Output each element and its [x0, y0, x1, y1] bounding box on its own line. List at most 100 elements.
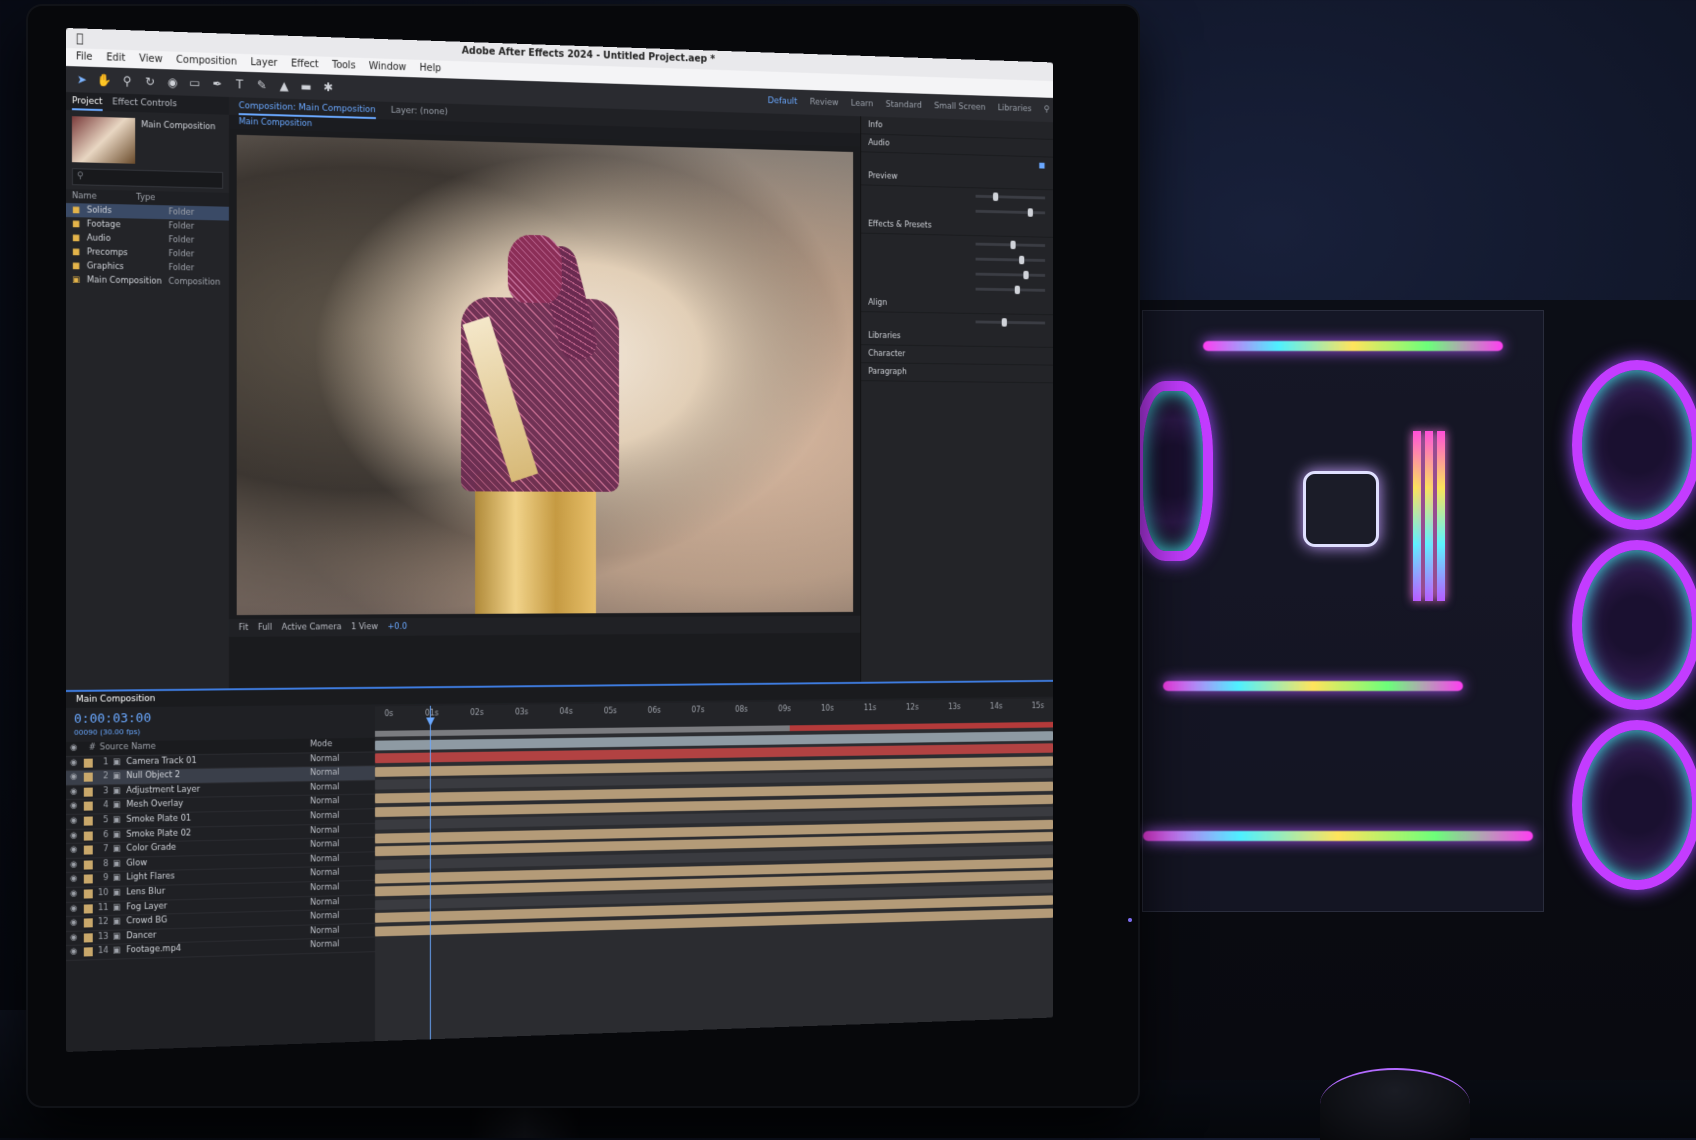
- label-color-swatch[interactable]: [83, 801, 93, 812]
- blend-mode-dropdown[interactable]: Normal: [310, 752, 375, 766]
- workspace-review[interactable]: Review: [810, 98, 839, 108]
- workspace-default[interactable]: Default: [768, 96, 798, 106]
- layer-name[interactable]: Null Object 2: [126, 768, 243, 783]
- brush-tool-icon[interactable]: ✎: [254, 77, 269, 93]
- preview-slider[interactable]: [975, 191, 1046, 201]
- layer-name[interactable]: Light Flares: [126, 869, 243, 885]
- search-help-icon[interactable]: ⚲: [1044, 105, 1050, 115]
- eye-icon[interactable]: ◉: [70, 946, 80, 960]
- puppet-tool-icon[interactable]: ✱: [321, 79, 336, 95]
- layer-name[interactable]: Mesh Overlay: [126, 797, 243, 813]
- layer-name[interactable]: Smoke Plate 01: [126, 812, 243, 828]
- label-color-swatch[interactable]: [83, 860, 93, 870]
- eye-icon[interactable]: ◉: [70, 815, 80, 829]
- layer-name[interactable]: Adjustment Layer: [126, 783, 243, 799]
- preview-slider[interactable]: [975, 207, 1046, 217]
- layer-name[interactable]: Camera Track 01: [126, 754, 243, 769]
- zoom-dropdown[interactable]: Fit: [239, 619, 249, 637]
- camera-dropdown[interactable]: Active Camera: [282, 618, 342, 636]
- align-slider[interactable]: [975, 317, 1046, 327]
- blend-mode-dropdown[interactable]: Normal: [310, 909, 375, 924]
- tab-effect-controls[interactable]: Effect Controls: [112, 93, 177, 113]
- effects-slider[interactable]: [975, 255, 1046, 264]
- project-item[interactable]: ▣ Main Composition Composition: [66, 273, 229, 290]
- blend-mode-dropdown[interactable]: Normal: [310, 781, 375, 795]
- blend-mode-dropdown[interactable]: Normal: [310, 838, 375, 853]
- panel-paragraph[interactable]: Paragraph: [861, 363, 1053, 384]
- eye-icon[interactable]: ◉: [70, 902, 80, 916]
- label-color-swatch[interactable]: [83, 918, 93, 928]
- eye-icon[interactable]: ◉: [70, 756, 80, 770]
- label-color-swatch[interactable]: [83, 889, 93, 899]
- blend-mode-dropdown[interactable]: Normal: [310, 795, 375, 810]
- hand-tool-icon[interactable]: ✋: [97, 72, 113, 88]
- eye-icon[interactable]: ◉: [70, 888, 80, 902]
- composition-viewer[interactable]: [236, 134, 854, 616]
- label-color-swatch[interactable]: [83, 845, 93, 855]
- eye-icon[interactable]: ◉: [70, 858, 80, 872]
- label-color-swatch[interactable]: [83, 903, 93, 914]
- resolution-dropdown[interactable]: Full: [258, 619, 272, 637]
- blend-mode-dropdown[interactable]: Normal: [310, 881, 375, 896]
- layer-name[interactable]: Footage.mp4: [126, 941, 243, 958]
- blend-mode-dropdown[interactable]: Normal: [310, 766, 375, 780]
- layer-name[interactable]: Smoke Plate 02: [126, 826, 243, 842]
- text-tool-icon[interactable]: T: [232, 76, 248, 92]
- column-mode[interactable]: Mode: [310, 738, 375, 752]
- label-color-swatch[interactable]: [83, 933, 93, 943]
- column-name[interactable]: Name: [72, 191, 97, 202]
- eye-icon[interactable]: ◉: [70, 829, 80, 843]
- tab-project[interactable]: Project: [71, 92, 103, 112]
- zoom-tool-icon[interactable]: ⚲: [119, 73, 135, 89]
- eye-icon[interactable]: ◉: [70, 771, 80, 785]
- workspace-standard[interactable]: Standard: [886, 100, 922, 111]
- pen-tool-icon[interactable]: ✒: [209, 76, 225, 92]
- views-dropdown[interactable]: 1 View: [351, 618, 378, 636]
- menu-layer[interactable]: Layer: [251, 54, 278, 73]
- eye-icon[interactable]: ◉: [70, 800, 80, 814]
- stamp-tool-icon[interactable]: ▲: [276, 78, 291, 94]
- layer-name[interactable]: Color Grade: [126, 840, 243, 856]
- workspace-libraries[interactable]: Libraries: [998, 104, 1032, 114]
- layer-name[interactable]: Glow: [126, 855, 243, 871]
- playhead[interactable]: [429, 705, 431, 1042]
- rotate-tool-icon[interactable]: ↻: [142, 73, 158, 89]
- menu-help[interactable]: Help: [420, 60, 442, 78]
- track-area[interactable]: 0s 01s 02s 03s 04s 05s 06s 07s 08s 09s 10s 11s 12s 13…: [374, 698, 1053, 1044]
- column-type[interactable]: Type: [136, 193, 155, 203]
- menu-window[interactable]: Window: [369, 58, 406, 77]
- label-color-swatch[interactable]: [83, 874, 93, 884]
- eye-icon[interactable]: ◉: [70, 931, 80, 945]
- blend-mode-dropdown[interactable]: Normal: [310, 938, 375, 953]
- eye-icon[interactable]: ◉: [70, 873, 80, 887]
- rectangle-tool-icon[interactable]: ▭: [187, 75, 203, 91]
- menu-edit[interactable]: Edit: [106, 49, 125, 68]
- blend-mode-dropdown[interactable]: Normal: [310, 866, 375, 881]
- apple-icon[interactable]: : [66, 28, 94, 49]
- exposure-value[interactable]: +0.0: [387, 618, 407, 636]
- label-color-swatch[interactable]: [83, 831, 93, 841]
- camera-tool-icon[interactable]: ◉: [165, 74, 181, 90]
- workspace-small-screen[interactable]: Small Screen: [934, 102, 985, 113]
- project-search-input[interactable]: ⚲: [71, 168, 224, 189]
- eye-icon[interactable]: ◉: [70, 844, 80, 858]
- menu-composition[interactable]: Composition: [176, 52, 237, 72]
- menu-tools[interactable]: Tools: [332, 57, 356, 75]
- selection-tool-icon[interactable]: ➤: [74, 71, 90, 87]
- tab-timeline-main[interactable]: Main Composition: [76, 691, 155, 708]
- blend-mode-dropdown[interactable]: Normal: [310, 895, 375, 910]
- workspace-learn[interactable]: Learn: [851, 99, 873, 109]
- label-color-swatch[interactable]: [83, 787, 93, 797]
- eye-icon[interactable]: ◉: [70, 786, 80, 800]
- effects-slider[interactable]: [975, 270, 1046, 279]
- tab-layer[interactable]: Layer: (none): [391, 102, 448, 121]
- menu-file[interactable]: File: [76, 48, 93, 67]
- label-color-swatch[interactable]: [83, 947, 93, 957]
- eraser-tool-icon[interactable]: ▬: [298, 78, 313, 94]
- eye-icon[interactable]: ◉: [70, 917, 80, 931]
- current-timecode[interactable]: 0:00:03:00: [74, 711, 151, 727]
- menu-effect[interactable]: Effect: [291, 56, 319, 75]
- label-color-swatch[interactable]: [83, 772, 93, 782]
- blend-mode-dropdown[interactable]: Normal: [310, 923, 375, 938]
- blend-mode-dropdown[interactable]: Normal: [310, 852, 375, 867]
